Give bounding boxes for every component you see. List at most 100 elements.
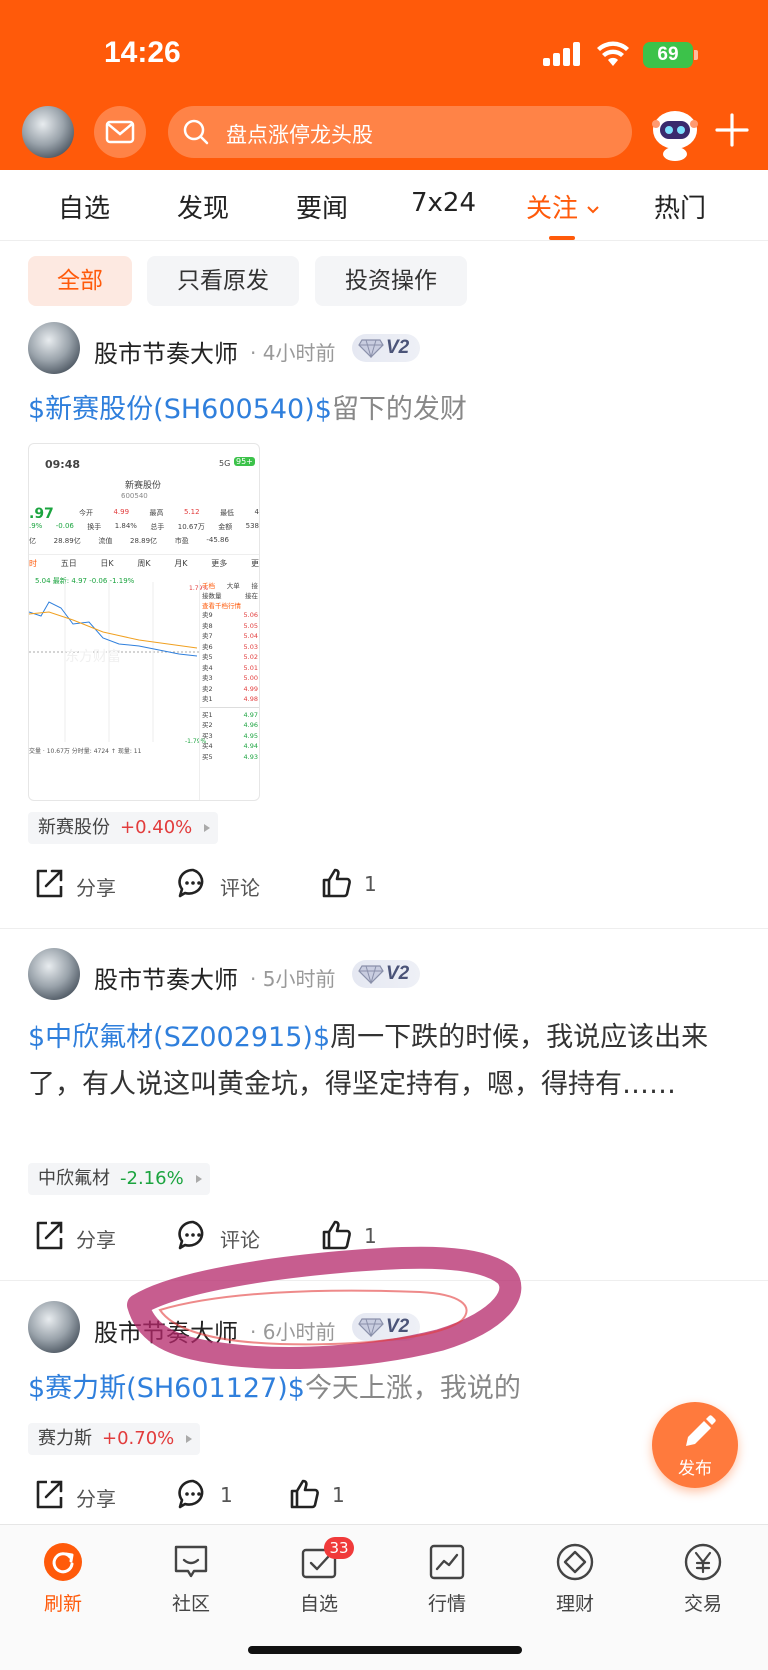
post-time: · 4小时前 xyxy=(250,341,336,365)
notification-badge: 33 xyxy=(324,1537,354,1559)
author-avatar[interactable] xyxy=(28,1301,80,1353)
comment-label: 评论 xyxy=(220,1228,260,1252)
thumb-panel-tab: 千档 xyxy=(202,582,215,590)
thumb-cell: .9% xyxy=(29,522,43,530)
plus-icon[interactable] xyxy=(712,110,752,150)
post-text: 今天上涨，我说的 xyxy=(304,1373,521,1404)
thumb-cell: 总手 xyxy=(150,523,165,531)
robot-assistant-icon[interactable] xyxy=(646,104,704,162)
order-book-row: 卖3 5.00 xyxy=(200,673,259,684)
thumb-cell: 4 xyxy=(254,508,259,516)
order-book-level: 卖5 xyxy=(202,653,213,661)
comment-button[interactable]: 1 xyxy=(176,1477,256,1517)
author-name[interactable]: 股市节奏大师 xyxy=(94,334,238,369)
post-text: 留下的发财 xyxy=(331,394,467,425)
share-button[interactable]: 分享 xyxy=(32,866,142,906)
author-name[interactable]: 股市节奏大师 xyxy=(94,1313,238,1348)
thumb-price: .97 xyxy=(29,506,54,522)
post-actions: 分享 1 1 xyxy=(0,1477,768,1517)
comment-button[interactable]: 评论 xyxy=(176,866,286,906)
publish-button[interactable]: 发布 xyxy=(652,1402,738,1488)
post-divider xyxy=(0,928,768,929)
thumb-period: 更 xyxy=(250,559,259,568)
thumb-panel-link: 查看千档行情 xyxy=(202,602,241,610)
level-badge: V2 xyxy=(352,334,420,362)
thumb-battery: 95+ xyxy=(234,457,255,466)
order-book-row: 买4 4.94 xyxy=(200,741,259,752)
chevron-down-icon xyxy=(587,205,599,213)
thumb-volume-line: 交量 · 10.67万 分时量: 4724 ↑ 现量: 11 xyxy=(29,748,142,755)
home-indicator[interactable] xyxy=(248,1646,522,1654)
stock-tag[interactable]: 新赛股份 +0.40% xyxy=(28,812,219,844)
thumb-asks: 卖9 5.06 卖8 5.05 卖7 5.04 卖6 5.03 卖5 5.02 卖4 5.01 卖3 5.… xyxy=(200,610,259,705)
author-name[interactable]: 股市节奏大师 xyxy=(94,960,238,995)
comment-icon xyxy=(178,868,204,898)
post-image[interactable]: 09:48 5G 95+ 新赛股份 600540 .97 今开 4.99 最高 … xyxy=(28,443,260,801)
like-button[interactable]: 1 xyxy=(320,1218,400,1258)
order-book-row: 卖1 4.98 xyxy=(200,694,259,705)
nav-wealth-label: 理财 xyxy=(555,1593,594,1615)
stock-tag[interactable]: 赛力斯 +0.70% xyxy=(28,1423,201,1455)
stock-tag-name: 赛力斯 xyxy=(38,1428,92,1449)
comment-button[interactable]: 评论 xyxy=(176,1218,286,1258)
author-avatar[interactable] xyxy=(28,948,80,1000)
order-book-row: 买1 4.97 xyxy=(200,710,259,721)
like-count: 1 xyxy=(364,872,377,896)
thumbs-up-icon xyxy=(322,868,351,898)
wealth-icon xyxy=(556,1543,594,1581)
battery-indicator: 69 xyxy=(643,42,693,68)
refresh-icon xyxy=(44,1543,82,1581)
pen-icon xyxy=(686,1415,716,1446)
thumb-time: 09:48 xyxy=(45,458,81,471)
active-tab-indicator xyxy=(549,236,575,240)
tab-hot[interactable]: 热门 xyxy=(654,188,706,225)
like-count: 1 xyxy=(364,1224,377,1248)
thumb-cell: 1.84% xyxy=(114,522,137,530)
search-bar[interactable]: 盘点涨停龙头股 xyxy=(168,106,632,158)
tag-arrow-icon xyxy=(195,1175,202,1183)
filter-all[interactable]: 全部 xyxy=(28,256,132,306)
thumb-cell: 最低 xyxy=(220,509,235,517)
stock-tag[interactable]: 中欣氟材 -2.16% xyxy=(28,1163,210,1195)
share-button[interactable]: 分享 xyxy=(32,1477,142,1517)
order-book-price: 5.06 xyxy=(243,611,258,619)
thumb-period: 周K xyxy=(137,559,151,568)
tab-following[interactable]: 关注 xyxy=(526,188,600,225)
stock-tag-change: +0.70% xyxy=(102,1428,175,1449)
order-book-price: 5.05 xyxy=(243,621,258,630)
thumb-cell: -45.86 xyxy=(206,536,229,544)
stock-link[interactable]: $新赛股份(SH600540)$ xyxy=(28,394,332,425)
diamond-icon xyxy=(358,965,384,984)
order-book-price: 4.97 xyxy=(243,710,258,719)
thumb-panel-sub: 接在 xyxy=(245,592,258,600)
thumb-chart-icon xyxy=(29,582,199,742)
stock-link[interactable]: $中欣氟材(SZ002915)$ xyxy=(28,1022,330,1053)
share-label: 分享 xyxy=(76,1487,116,1511)
author-avatar[interactable] xyxy=(28,322,80,374)
mail-icon xyxy=(105,120,135,144)
tab-news[interactable]: 要闻 xyxy=(296,188,348,225)
order-book-level: 卖4 xyxy=(202,663,213,672)
tab-discover[interactable]: 发现 xyxy=(177,188,229,225)
order-book-level: 卖1 xyxy=(202,695,213,703)
stock-tag-change: -2.16% xyxy=(120,1168,184,1189)
thumb-cell: 流值 xyxy=(98,537,113,545)
order-book-row: 卖6 5.03 xyxy=(200,642,259,653)
order-book-price: 4.94 xyxy=(243,742,258,750)
stock-tag-name: 中欣氟材 xyxy=(38,1168,110,1189)
share-icon xyxy=(36,1221,63,1250)
filter-invest-ops[interactable]: 投资操作 xyxy=(315,256,467,306)
user-avatar[interactable] xyxy=(22,106,74,158)
order-book-row: 卖8 5.05 xyxy=(200,621,259,632)
nav-refresh-label: 刷新 xyxy=(43,1593,82,1615)
tab-watchlist[interactable]: 自选 xyxy=(58,188,110,225)
mail-button[interactable] xyxy=(94,106,146,158)
like-button[interactable]: 1 xyxy=(288,1477,368,1517)
tab-7x24[interactable]: 7x24 xyxy=(411,188,476,218)
stock-link[interactable]: $赛力斯(SH601127)$ xyxy=(28,1373,305,1404)
share-button[interactable]: 分享 xyxy=(32,1218,142,1258)
filter-original[interactable]: 只看原发 xyxy=(147,256,299,306)
like-button[interactable]: 1 xyxy=(320,866,400,906)
thumb-period: 时 xyxy=(29,559,37,568)
thumb-cell: 10.67万 xyxy=(177,523,205,531)
